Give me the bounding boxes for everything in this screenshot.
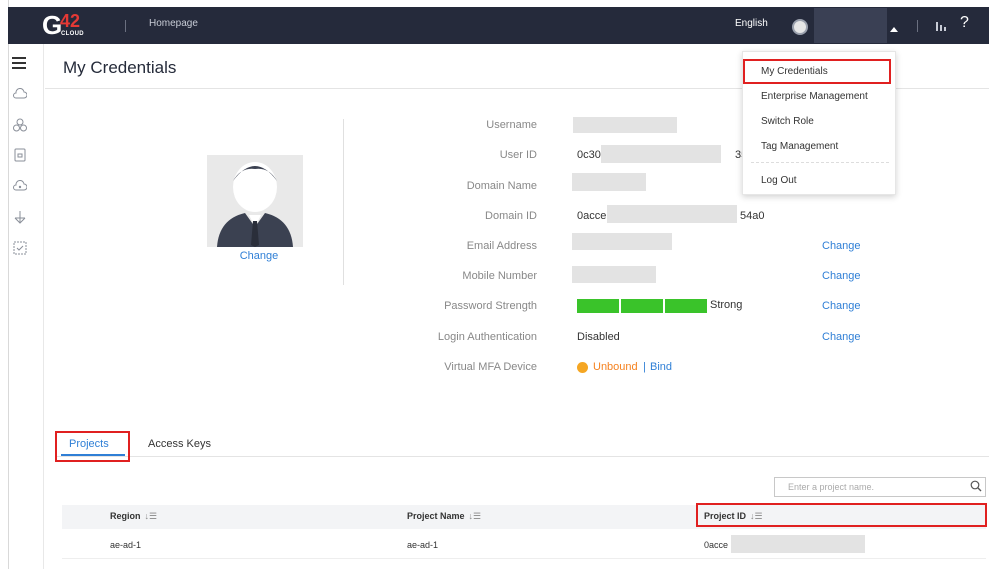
divider xyxy=(125,20,126,32)
network-icon[interactable] xyxy=(13,118,27,132)
logo-number: 42 xyxy=(60,11,81,31)
domain-id-suffix: 54a0 xyxy=(740,210,765,222)
mfa-separator: | xyxy=(643,361,646,373)
project-id-prefix: 0acce xyxy=(704,540,729,550)
cloud-icon[interactable] xyxy=(13,88,27,100)
highlight-box xyxy=(55,431,130,462)
change-email-link[interactable]: Change xyxy=(822,240,861,252)
domain-name-label: Domain Name xyxy=(466,180,537,192)
bars-icon[interactable] xyxy=(935,20,947,32)
change-photo-link[interactable]: Change xyxy=(207,250,311,262)
logo-cloud-text: CLOUD xyxy=(61,31,84,37)
strength-bar-segment xyxy=(665,299,707,313)
highlight-box xyxy=(696,503,987,527)
highlight-box xyxy=(743,59,891,84)
monitor-icon[interactable] xyxy=(13,241,27,255)
mfa-status: Unbound xyxy=(593,361,638,373)
domain-id-redacted xyxy=(607,205,737,223)
sort-icon[interactable]: ↓☰ xyxy=(145,511,158,521)
deploy-icon[interactable] xyxy=(13,210,27,224)
menu-item-switch-role[interactable]: Switch Role xyxy=(761,116,814,127)
login-auth-label: Login Authentication xyxy=(437,331,537,343)
service-sidebar xyxy=(9,44,44,569)
homepage-link[interactable]: Homepage xyxy=(149,18,198,29)
region-header-label: Region xyxy=(110,511,141,521)
change-mobile-link[interactable]: Change xyxy=(822,270,861,282)
menu-divider xyxy=(751,162,889,163)
help-icon[interactable]: ? xyxy=(960,14,969,32)
caret-up-icon[interactable] xyxy=(890,27,898,32)
divider xyxy=(343,119,344,285)
profile-photo xyxy=(207,155,303,247)
tab-access-keys[interactable]: Access Keys xyxy=(148,438,211,450)
bind-mfa-link[interactable]: Bind xyxy=(650,361,672,373)
divider xyxy=(917,20,918,32)
username-redacted[interactable] xyxy=(814,8,887,43)
sort-icon[interactable]: ↓☰ xyxy=(469,511,482,521)
domain-name-redacted xyxy=(572,173,646,191)
change-login-auth-link[interactable]: Change xyxy=(822,331,861,343)
mfa-label: Virtual MFA Device xyxy=(444,361,537,373)
g42-cloud-logo[interactable]: G 42 CLOUD xyxy=(42,11,88,41)
search-placeholder: Enter a project name. xyxy=(788,482,875,492)
region-column-header[interactable]: Region ↓☰ xyxy=(110,511,157,522)
password-strength-label: Password Strength xyxy=(444,300,537,312)
warning-icon xyxy=(577,362,588,373)
cloud-server-icon[interactable] xyxy=(13,180,27,192)
login-auth-value: Disabled xyxy=(577,331,620,343)
mobile-redacted xyxy=(572,266,656,283)
project-name-cell: ae-ad-1 xyxy=(407,540,439,550)
menu-item-tag-management[interactable]: Tag Management xyxy=(761,141,838,152)
storage-icon[interactable] xyxy=(14,148,26,162)
menu-item-enterprise-management[interactable]: Enterprise Management xyxy=(761,91,868,102)
region-cell: ae-ad-1 xyxy=(110,540,142,550)
domain-id-prefix: 0acce xyxy=(577,210,607,222)
top-navigation-bar: G 42 CLOUD Homepage English ? xyxy=(8,7,989,44)
project-name-column-header[interactable]: Project Name ↓☰ xyxy=(407,511,481,522)
project-search-input[interactable]: Enter a project name. xyxy=(774,477,986,497)
username-label: Username xyxy=(486,119,537,131)
tabs-divider xyxy=(56,456,989,457)
strength-bar-segment xyxy=(621,299,663,313)
password-strength-value: Strong xyxy=(710,299,743,311)
user-silhouette-icon xyxy=(217,162,293,247)
email-redacted xyxy=(572,233,672,250)
menu-icon[interactable] xyxy=(12,56,26,70)
language-selector[interactable]: English xyxy=(735,18,768,29)
change-password-link[interactable]: Change xyxy=(822,300,861,312)
user-avatar-icon[interactable] xyxy=(792,19,808,35)
page-title: My Credentials xyxy=(63,58,177,77)
search-icon[interactable] xyxy=(970,480,982,492)
user-id-redacted xyxy=(601,145,721,163)
menu-item-log-out[interactable]: Log Out xyxy=(761,175,797,186)
project-name-header-label: Project Name xyxy=(407,511,465,521)
user-id-prefix: 0c30 xyxy=(577,149,601,161)
user-id-label: User ID xyxy=(499,149,537,161)
domain-id-label: Domain ID xyxy=(485,210,537,222)
strength-bar-segment xyxy=(577,299,619,313)
username-redacted xyxy=(573,117,677,133)
email-label: Email Address xyxy=(466,240,537,252)
mobile-label: Mobile Number xyxy=(462,270,537,282)
project-id-redacted xyxy=(731,535,865,553)
